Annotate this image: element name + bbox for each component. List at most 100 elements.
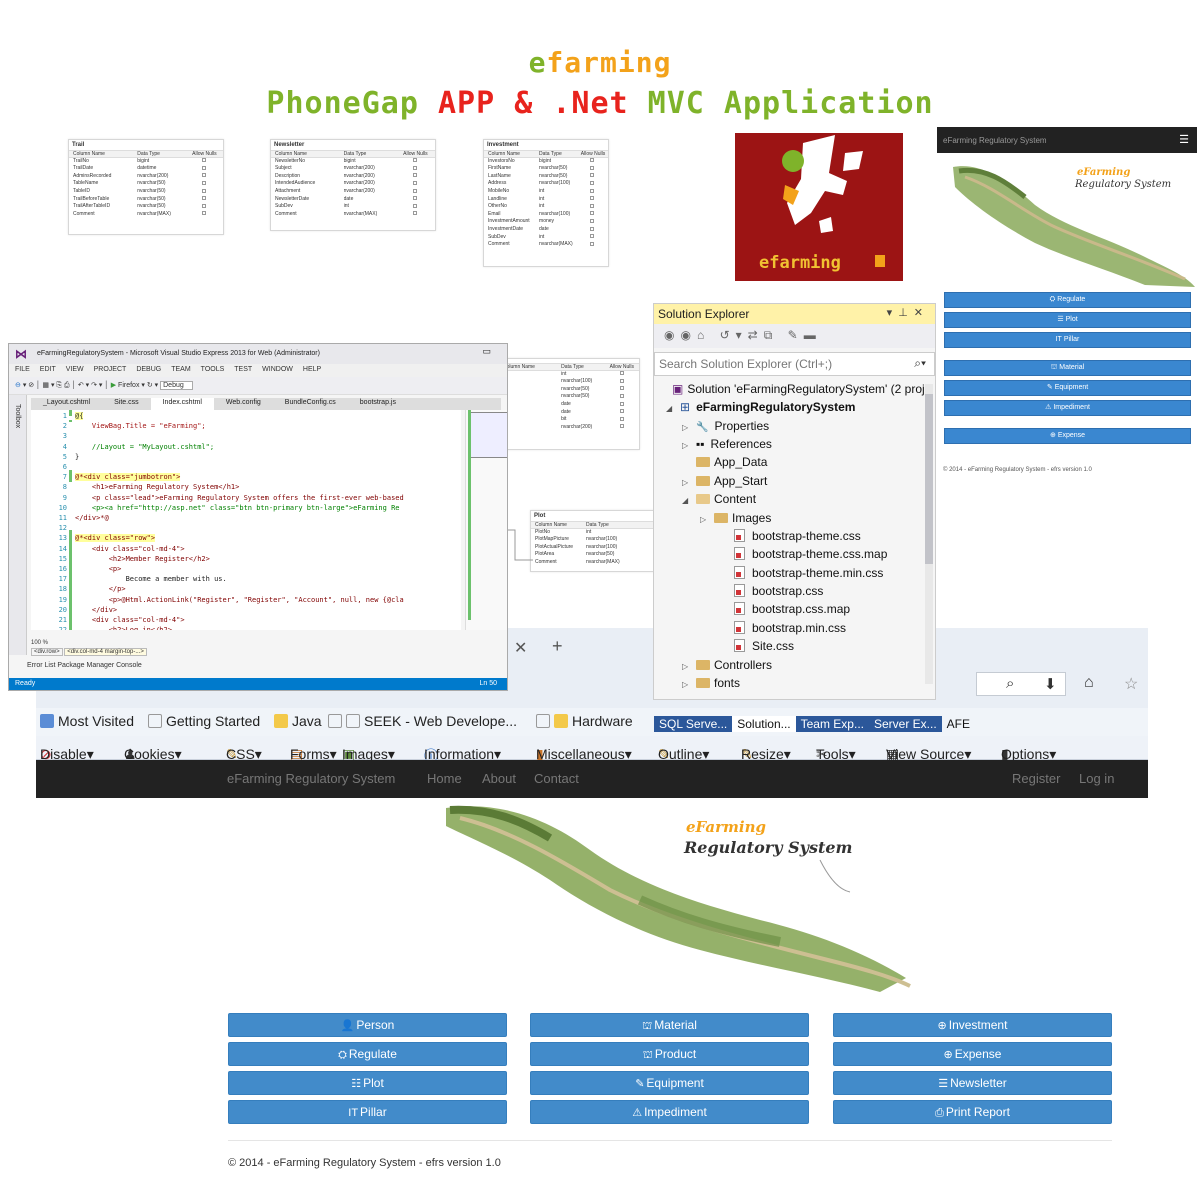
se-app-data[interactable]: App_Data (682, 453, 767, 471)
expand-arrow-icon[interactable]: ▷ (700, 511, 714, 529)
menu-project[interactable]: PROJECT (94, 366, 127, 375)
plot-button[interactable]: ☷ Plot (228, 1071, 507, 1095)
site-brand[interactable]: eFarming Regulatory System (227, 771, 395, 786)
code-line[interactable]: <p><a href="http://asp.net" class="btn b… (75, 504, 400, 512)
tab-layoutcshtml[interactable]: _Layout.cshtml (31, 398, 102, 410)
menu-edit[interactable]: EDIT (40, 366, 56, 375)
code-line[interactable]: <p class="lead">eFarming Regulatory Syst… (75, 494, 404, 502)
nav-login[interactable]: Log in (1079, 771, 1114, 786)
tab-server-explorer[interactable]: Server Ex... (868, 716, 942, 732)
code-line[interactable]: ViewBag.Title = "eFarming"; (75, 422, 206, 430)
code-line[interactable]: //Layout = "MyLayout.cshtml"; (75, 443, 214, 451)
mobile-regulate-button[interactable]: ⛭ Regulate (944, 292, 1191, 308)
code-editor[interactable]: 1 @{2 ViewBag.Title = "eFarming"; 3 4 //Lay… (31, 410, 461, 630)
close-tab-icon[interactable]: ✕ (514, 638, 527, 658)
bookmark-getting-started[interactable]: Getting Started (148, 713, 260, 729)
code-line[interactable]: <h2>Member Register</h2> (75, 555, 210, 563)
equipment-button[interactable]: ✎ Equipment (530, 1071, 809, 1095)
tab-team-explorer[interactable]: Team Exp... (795, 716, 869, 732)
se-fonts[interactable]: ▷ fonts (682, 674, 740, 692)
mobile-plot-button[interactable]: ☰ Plot (944, 312, 1191, 328)
tab-indexcshtml[interactable]: Index.cshtml (150, 398, 214, 410)
bookmark-java[interactable]: Java (274, 713, 322, 729)
search-icon[interactable]: ⌕▾ (914, 356, 926, 371)
tab-bundleconfigcs[interactable]: BundleConfig.cs (273, 398, 348, 410)
code-line[interactable]: Become a member with us. (75, 575, 227, 583)
hamburger-menu-icon[interactable]: ☰ (1179, 133, 1189, 146)
regulate-button[interactable]: ⛭ Regulate (228, 1042, 507, 1066)
code-line[interactable]: <div class="col-md-4"> (75, 616, 185, 624)
tab-afe[interactable]: AFE (942, 716, 975, 732)
vs-bottom-tabs[interactable]: Error List Package Manager Console (27, 662, 142, 669)
code-line[interactable]: <div class="col-md-4"> (75, 545, 185, 553)
back-icon[interactable]: ⊖ (15, 382, 21, 389)
mobile-impediment-button[interactable]: ⚠ Impediment (944, 400, 1191, 416)
code-line[interactable]: @*<div class="jumbotron"> (75, 473, 181, 482)
se-file[interactable]: Site.css (720, 637, 794, 655)
bookmark-most-visited[interactable]: Most Visited (40, 713, 134, 729)
sync-icon[interactable]: ⇄ (748, 328, 764, 342)
tab-bootstrapjs[interactable]: bootstrap.js (348, 398, 408, 410)
config-select[interactable]: Debug (160, 381, 193, 390)
se-file[interactable]: bootstrap-theme.css.map (720, 545, 887, 563)
se-images[interactable]: ▷ Images (700, 509, 771, 527)
search-icon[interactable]: ⌕ (1006, 675, 1014, 692)
code-line[interactable]: } (75, 453, 79, 461)
code-minimap[interactable] (465, 410, 507, 630)
zoom-level[interactable]: 100 % (31, 640, 48, 646)
mobile-equipment-button[interactable]: ✎ Equipment (944, 380, 1191, 396)
tab-webconfig[interactable]: Web.config (214, 398, 273, 410)
mobile-material-button[interactable]: ⛫ Material (944, 360, 1191, 376)
browser-select[interactable]: Firefox (118, 382, 139, 389)
nav-register[interactable]: Register (1012, 771, 1060, 786)
mobile-brand[interactable]: eFarming Regulatory System (943, 136, 1047, 145)
expand-arrow-icon[interactable]: ◢ (666, 400, 680, 418)
breadcrumb-col[interactable]: <div.col-md-4 margin-top-...> (64, 648, 147, 656)
bookmark-star-icon[interactable]: ☆ (1124, 674, 1138, 694)
menu-help[interactable]: HELP (303, 366, 321, 375)
expense-button[interactable]: ⊕ Expense (833, 1042, 1112, 1066)
history-icon[interactable]: ↺▾ (720, 328, 748, 342)
forward-icon[interactable]: ◉ (680, 328, 696, 342)
se-app-start[interactable]: ▷ App_Start (682, 472, 767, 490)
menu-view[interactable]: VIEW (66, 366, 84, 375)
pin-icon[interactable]: ▬ (804, 328, 822, 342)
minimap-viewport[interactable] (468, 412, 507, 458)
print-report-button[interactable]: ⎙ Print Report (833, 1100, 1112, 1124)
se-scrollbar[interactable] (925, 384, 933, 684)
se-solution[interactable]: ▣ Solution 'eFarmingRegulatorySystem' (2 … (658, 380, 925, 398)
code-line[interactable]: @*<div class="row"> (75, 534, 156, 543)
impediment-button[interactable]: ⚠ Impediment (530, 1100, 809, 1124)
code-line[interactable]: </div>*@ (75, 514, 109, 522)
newsletter-button[interactable]: ☰ Newsletter (833, 1071, 1112, 1095)
se-window-controls[interactable]: ▾⊥✕ (887, 306, 929, 319)
menu-debug[interactable]: DEBUG (136, 366, 161, 375)
code-line[interactable]: @{ (75, 412, 84, 420)
se-search-box[interactable]: Search Solution Explorer (Ctrl+;) ⌕▾ (654, 352, 935, 376)
home-icon[interactable]: ⌂ (697, 328, 710, 342)
nav-home[interactable]: Home (427, 771, 462, 786)
feedback-icon[interactable]: ▭ (482, 346, 491, 357)
product-button[interactable]: ⛫ Product (530, 1042, 809, 1066)
tab-sitecss[interactable]: Site.css (102, 398, 151, 410)
material-button[interactable]: ⛫ Material (530, 1013, 809, 1037)
se-file[interactable]: bootstrap.min.css (720, 619, 846, 637)
se-file[interactable]: bootstrap.css (720, 582, 823, 600)
code-line[interactable]: <h2>Log in</h2> (75, 626, 172, 630)
run-icon[interactable]: ▶ (111, 382, 116, 389)
breadcrumb-row[interactable]: <div.row> (31, 648, 63, 656)
menu-test[interactable]: TEST (234, 366, 252, 375)
tab-sql-server[interactable]: SQL Serve... (654, 716, 733, 732)
mobile-pillar-button[interactable]: IT Pillar (944, 332, 1191, 348)
code-line[interactable]: <p>@Html.ActionLink("Register", "Registe… (75, 596, 404, 604)
se-file[interactable]: bootstrap-theme.css (720, 527, 861, 545)
new-tab-icon[interactable]: + (552, 636, 563, 657)
nav-about[interactable]: About (482, 771, 516, 786)
investment-button[interactable]: ⊕ Investment (833, 1013, 1112, 1037)
properties-icon[interactable]: ✎ (788, 328, 804, 342)
back-icon[interactable]: ◉ (664, 328, 680, 342)
menu-team[interactable]: TEAM (171, 366, 190, 375)
bookmark-hardware[interactable]: Hardware (536, 713, 633, 729)
se-properties[interactable]: ▷ 🔧 Properties (682, 417, 769, 435)
code-line[interactable]: </div> (75, 606, 117, 614)
